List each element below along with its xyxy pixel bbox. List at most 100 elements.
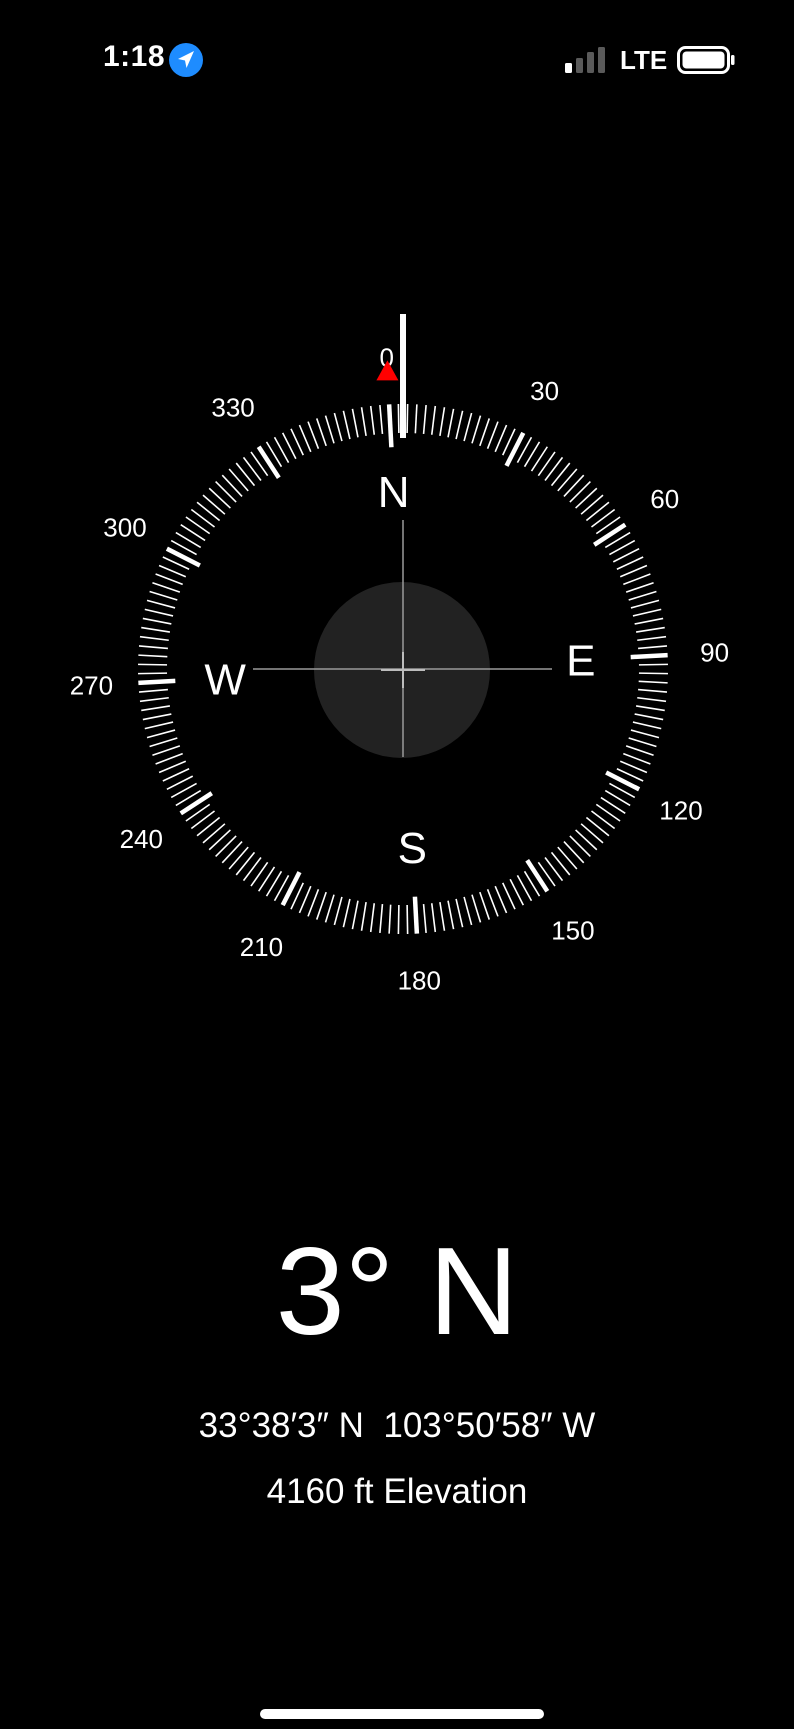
compass-tick [544,456,564,482]
compass-tick [463,896,473,926]
compass-tick [414,404,418,434]
compass-tick [138,688,168,693]
compass-tick [221,474,243,497]
compass-tick [307,889,320,917]
compass-tick [439,901,446,931]
coordinates-readout: 33°38′3″ N 103°50′58″ W [198,1406,596,1445]
compass-tick [439,407,446,437]
compass-tick [504,431,526,467]
compass-tick [139,635,169,642]
compass-tick [637,635,667,642]
compass-tick [580,823,604,844]
compass-tick [315,891,327,920]
cardinal-south: S [398,824,427,873]
compass-tick [298,424,312,453]
compass-tick [550,851,571,876]
compass-tick [369,405,376,435]
compass-tick [202,494,226,515]
compass-tick [430,903,437,933]
compass-tick [397,404,400,434]
compass-tick [447,408,455,438]
compass-tick [369,903,376,933]
compass-tick [628,737,657,748]
compass-tick [202,823,226,844]
compass-tick [388,904,392,934]
degree-label-210: 210 [240,932,283,962]
compass-tick [351,900,359,930]
compass-tick [619,564,648,578]
compass-tick [619,760,648,774]
compass-tick [494,885,508,914]
compass-tick [406,404,409,434]
compass-tick [637,696,667,703]
elevation-readout: 4160 ft Elevation [266,1472,528,1511]
degree-label-240: 240 [120,824,163,854]
compass-tick [569,481,591,503]
compass-tick [479,418,491,447]
compass-tick [235,851,256,876]
compass-tick [155,573,183,586]
compass-tick [138,678,176,686]
compass-tick [379,404,384,434]
compass-tick [638,680,668,684]
compass-tick [569,835,591,857]
degree-label-30: 30 [530,376,559,406]
compass-tick [228,846,249,870]
compass-tick [149,590,178,601]
compass-tick [635,626,665,633]
compass-tick [360,901,367,931]
compass-tick [215,835,237,857]
compass-screen: 1:18 LTE 0 30 60 90 120 150 180 210 240 … [0,0,794,1729]
compass-tick [221,841,243,864]
compass-tick [580,494,604,515]
compass-tick [142,617,172,625]
compass-tick [422,404,427,434]
compass-tick [632,721,662,730]
compass-tick [139,696,169,703]
compass-tick [208,487,231,509]
compass-tick [333,412,343,442]
compass-tick [379,904,384,934]
compass-tick [486,889,499,917]
degree-label-180: 180 [398,966,441,996]
compass-tick [625,745,654,757]
compass-tick [138,663,168,666]
compass-tick [146,599,176,609]
heading-readout: 3° N [275,1223,519,1361]
degree-label-60: 60 [650,484,679,514]
compass-tick [152,745,181,757]
compass-tick [563,474,585,497]
compass-tick [242,856,262,882]
compass-tick [144,608,174,617]
compass-tick [471,415,482,444]
compass-tick [585,501,610,522]
degree-label-90: 90 [700,638,729,668]
degree-label-150: 150 [551,916,594,946]
compass-tick [590,810,616,830]
compass-tick [630,652,668,660]
compass-tick [196,501,221,522]
cardinal-north: N [378,468,410,517]
compass-dial: 0 30 60 90 120 150 180 210 240 270 300 3… [70,314,729,996]
compass-tick [256,445,281,480]
compass-tick [412,896,420,934]
compass-tick [351,408,359,438]
compass-tick [575,487,598,509]
compass-tick [638,672,668,675]
compass-tick [386,404,394,448]
compass-tick [550,462,571,487]
compass-tick [142,713,172,721]
compass-tick [590,508,616,528]
compass-tick [447,900,455,930]
compass-tick [215,481,237,503]
compass-tick [638,645,668,650]
compass-tick [638,688,668,693]
compass-tick [625,581,654,593]
degree-label-330: 330 [211,392,254,422]
compass-tick [315,418,327,447]
home-indicator[interactable] [260,1709,544,1719]
compass-tick [141,626,171,633]
compass-tick [628,590,657,601]
compass-tick [557,468,578,492]
compass-tick [632,608,662,617]
